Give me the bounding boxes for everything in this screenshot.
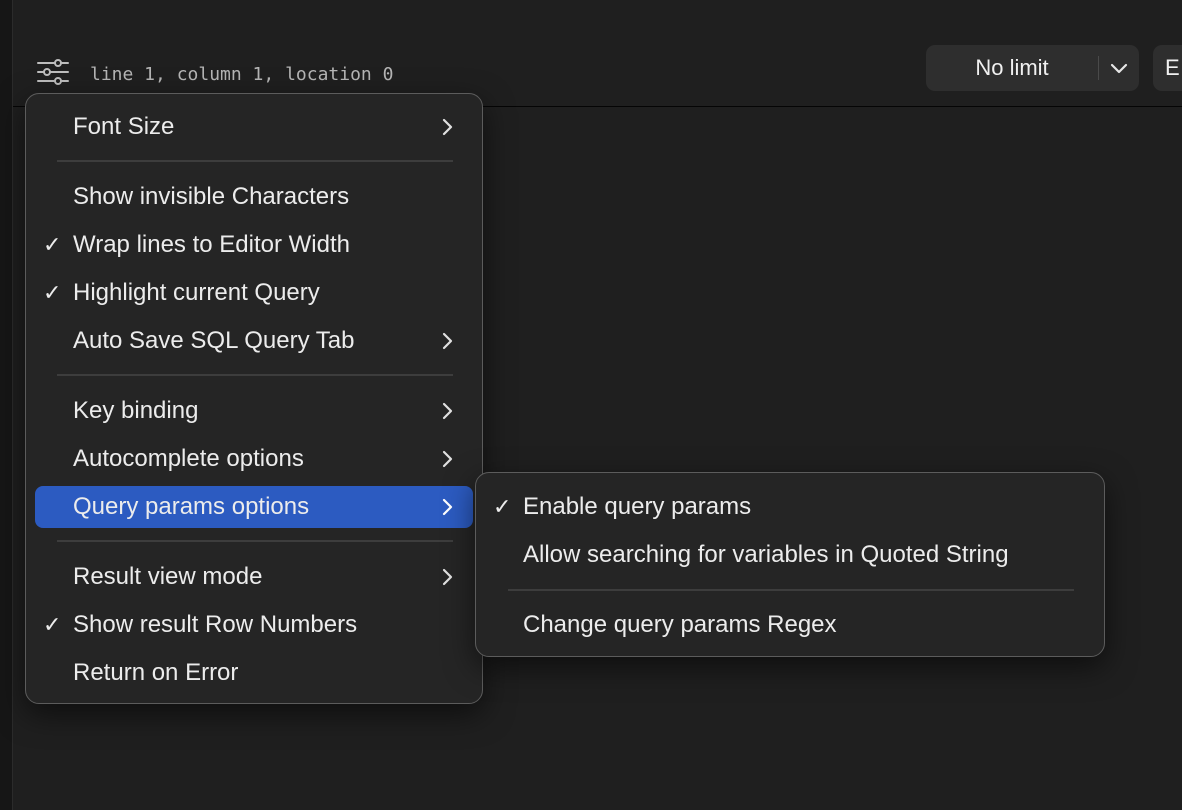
menu-item-show-invisible-characters[interactable]: Show invisible Characters [35,176,473,218]
menu-separator [57,540,453,542]
left-panel-border [0,0,13,810]
menu-item-label: Result view mode [73,563,263,590]
execute-button[interactable]: E [1153,45,1182,91]
menu-separator [57,374,453,376]
checkmark-icon: ✓ [43,232,62,257]
menu-item-result-view-mode[interactable]: Result view mode [35,556,473,598]
cursor-position-status: line 1, column 1, location 0 [90,64,394,85]
query-params-submenu: ✓ Enable query params Allow searching fo… [475,472,1105,657]
menu-item-label: Key binding [73,397,199,424]
menu-item-key-binding[interactable]: Key binding [35,390,473,432]
settings-sliders-icon[interactable] [36,58,70,86]
chevron-right-icon [442,568,453,586]
menu-item-label: Return on Error [73,659,239,686]
checkmark-icon: ✓ [493,494,512,519]
menu-item-label: Show invisible Characters [73,183,350,210]
submenu-item-allow-searching-quoted-string[interactable]: Allow searching for variables in Quoted … [485,534,1095,576]
chevron-down-icon[interactable] [1108,57,1130,79]
menu-item-label: Highlight current Query [73,279,320,306]
menu-item-highlight-current-query[interactable]: ✓ Highlight current Query [35,272,473,314]
chevron-right-icon [442,450,453,468]
menu-item-label: Auto Save SQL Query Tab [73,327,355,354]
select-divider [1098,56,1099,80]
menu-item-label: Autocomplete options [73,445,304,472]
execute-button-label: E [1165,55,1180,80]
chevron-right-icon [442,402,453,420]
menu-item-label: Wrap lines to Editor Width [73,231,350,258]
checkmark-icon: ✓ [43,612,62,637]
submenu-item-label: Change query params Regex [523,611,837,638]
menu-item-auto-save-sql-query-tab[interactable]: Auto Save SQL Query Tab [35,320,473,362]
menu-item-return-on-error[interactable]: Return on Error [35,652,473,694]
chevron-right-icon [442,332,453,350]
menu-item-font-size[interactable]: Font Size [35,106,473,148]
menu-item-label: Show result Row Numbers [73,611,358,638]
submenu-item-label: Allow searching for variables in Quoted … [523,541,1009,568]
submenu-item-change-query-params-regex[interactable]: Change query params Regex [485,604,1095,646]
menu-item-label: Query params options [73,493,310,520]
menu-item-query-params-options[interactable]: Query params options [35,486,473,528]
menu-separator [508,589,1074,591]
menu-item-wrap-lines[interactable]: ✓ Wrap lines to Editor Width [35,224,473,266]
submenu-item-enable-query-params[interactable]: ✓ Enable query params [485,486,1095,528]
chevron-right-icon [442,498,453,516]
menu-item-show-result-row-numbers[interactable]: ✓ Show result Row Numbers [35,604,473,646]
submenu-item-label: Enable query params [523,493,752,520]
chevron-right-icon [442,118,453,136]
checkmark-icon: ✓ [43,280,62,305]
menu-item-autocomplete-options[interactable]: Autocomplete options [35,438,473,480]
row-limit-value: No limit [975,55,1049,80]
editor-window: line 1, column 1, location 0 No limit E … [0,0,1182,810]
menu-item-label: Font Size [73,113,175,140]
menu-separator [57,160,453,162]
editor-options-menu: Font Size Show invisible Characters ✓ Wr… [25,93,483,704]
row-limit-select[interactable]: No limit [926,45,1139,91]
